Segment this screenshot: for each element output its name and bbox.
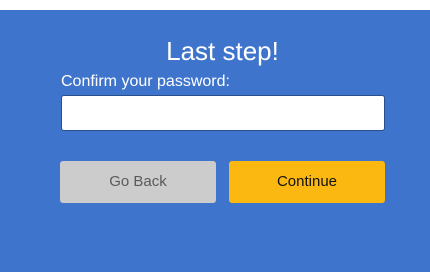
confirm-password-panel: Last step! Confirm your password: Go Bac… — [0, 10, 430, 272]
password-label: Confirm your password: — [61, 73, 230, 90]
dialog-title: Last step! — [166, 36, 279, 66]
confirm-password-input[interactable] — [61, 95, 385, 131]
go-back-button[interactable]: Go Back — [60, 161, 216, 203]
continue-button[interactable]: Continue — [229, 161, 385, 203]
